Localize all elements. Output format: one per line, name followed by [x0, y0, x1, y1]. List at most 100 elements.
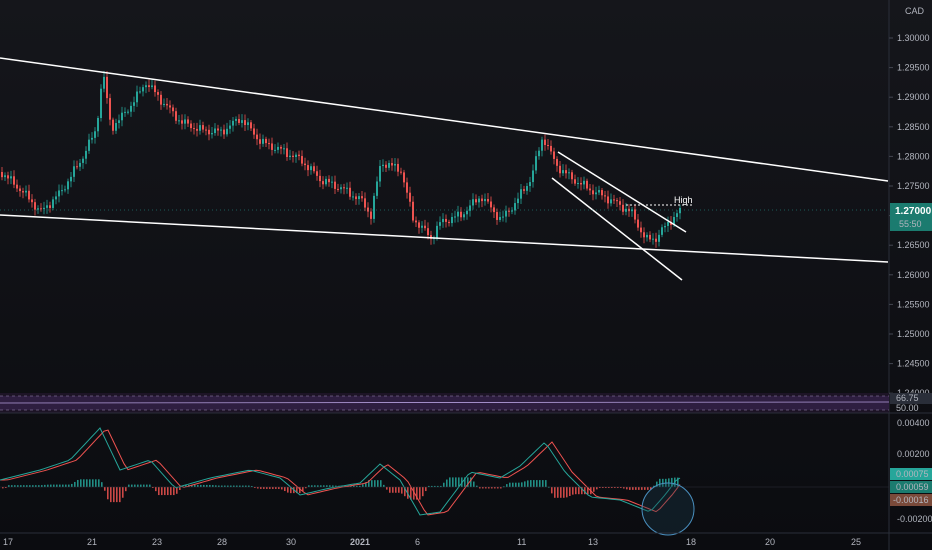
candle-body: [391, 163, 393, 166]
upper-wedge-line[interactable]: [0, 57, 889, 182]
macd-histogram-bar: [449, 477, 451, 487]
high-annotation[interactable]: High: [674, 195, 693, 205]
candle-body: [463, 214, 465, 218]
candle-body: [271, 143, 273, 150]
candle-body: [403, 172, 405, 183]
macd-histogram-bar: [557, 487, 559, 498]
candle-body: [658, 234, 660, 242]
macd-histogram-bar: [287, 487, 289, 493]
time-label[interactable]: 13: [588, 537, 598, 547]
candle-body: [550, 145, 552, 152]
candle-body: [322, 181, 324, 185]
macd-histogram-bar: [641, 487, 643, 490]
candle-body: [442, 218, 444, 223]
candle-body: [88, 139, 90, 151]
candle-body: [289, 155, 291, 157]
candle-body: [460, 211, 462, 218]
candle-body: [475, 199, 477, 203]
candle-body: [106, 76, 108, 99]
macd-histogram-bar: [518, 482, 520, 487]
candle-body: [214, 128, 216, 134]
candle-body: [181, 120, 183, 124]
candle-body: [1, 172, 3, 178]
macd-histogram-bar: [134, 484, 136, 487]
candle-body: [274, 149, 276, 151]
candle-body: [661, 227, 663, 235]
time-label[interactable]: 11: [517, 537, 526, 547]
macd-histogram-bar: [143, 484, 145, 487]
time-label[interactable]: 18: [686, 537, 696, 547]
time-label[interactable]: 2021: [350, 537, 370, 547]
time-label[interactable]: 20: [765, 537, 775, 547]
time-label[interactable]: 30: [286, 537, 296, 547]
candle-body: [25, 190, 27, 193]
macd-histogram-bar: [596, 487, 598, 490]
candle-body: [253, 128, 255, 135]
time-label[interactable]: 23: [152, 537, 162, 547]
candle-body: [13, 176, 15, 185]
candle-body: [130, 105, 132, 112]
candle-body: [55, 196, 57, 200]
candle-body: [229, 125, 231, 129]
macd-histogram-bar: [107, 487, 109, 500]
candle-body: [277, 146, 279, 150]
channel-upper-line[interactable]: [557, 151, 687, 233]
time-label[interactable]: 6: [415, 537, 420, 547]
macd-histogram-bar: [446, 479, 448, 487]
time-axis-labels[interactable]: 17 21 23 28 30 2021 6 11 13 18 20 25: [3, 537, 861, 547]
macd-histogram-bar: [377, 480, 379, 487]
macd-histogram-bar: [92, 479, 94, 487]
candle-body: [448, 221, 450, 224]
candle-body: [7, 175, 9, 179]
candle-body: [61, 190, 63, 192]
chart-canvas[interactable]: High CAD 1.30000 1.29500 1.29000 1.28500 1.2…: [0, 0, 932, 550]
candle-body: [439, 222, 441, 226]
candle-body: [622, 204, 624, 212]
current-price-value: 1.27000: [895, 206, 932, 217]
macd-histogram-bar: [401, 487, 403, 494]
time-label[interactable]: 25: [851, 537, 861, 547]
macd-histogram-bar: [203, 484, 205, 487]
candle-body: [139, 91, 141, 93]
candle-body: [655, 238, 657, 242]
candle-body: [121, 112, 123, 121]
macd-histogram-bar: [284, 487, 286, 492]
candle-body: [283, 148, 285, 150]
candle-body: [175, 111, 177, 121]
macd-histogram-bar: [53, 484, 55, 487]
macd-layer: [0, 427, 889, 516]
macd-histogram-bar: [206, 484, 208, 487]
macd-histogram-bar: [506, 484, 508, 487]
price-label: 1.28000: [897, 151, 930, 161]
macd-histogram-bar: [59, 484, 61, 487]
macd-histogram-bar: [569, 487, 571, 496]
candle-body: [610, 199, 612, 204]
macd-histogram-bar: [395, 487, 397, 493]
macd-histogram-bar: [113, 487, 115, 503]
macd-histogram-bar: [77, 479, 79, 487]
candle-body: [415, 220, 417, 223]
candle-body: [52, 199, 54, 208]
time-label[interactable]: 17: [3, 537, 13, 547]
trendlines-layer[interactable]: [0, 57, 889, 281]
time-label[interactable]: 28: [217, 537, 227, 547]
candle-body: [364, 198, 366, 208]
chart-workspace[interactable]: High CAD 1.30000 1.29500 1.29000 1.28500 1.2…: [0, 0, 932, 550]
currency-label: CAD: [905, 6, 925, 16]
candle-body: [316, 171, 318, 176]
candle-body: [379, 166, 381, 182]
macd-value: 0.00075: [896, 469, 929, 479]
candle-body: [406, 182, 408, 193]
macd-histogram-bar: [593, 487, 595, 492]
time-label[interactable]: 21: [87, 537, 97, 547]
candle-body: [310, 166, 312, 171]
macd-histogram-bar: [194, 484, 196, 487]
candle-body: [343, 187, 345, 189]
candle-body: [523, 189, 525, 191]
candle-body: [478, 198, 480, 203]
macd-histogram-bar: [374, 480, 376, 487]
macd-histogram-bar: [539, 480, 541, 487]
macd-histogram-bar: [452, 477, 454, 487]
macd-histogram-bar: [566, 487, 568, 498]
highlight-circle[interactable]: [641, 482, 695, 536]
